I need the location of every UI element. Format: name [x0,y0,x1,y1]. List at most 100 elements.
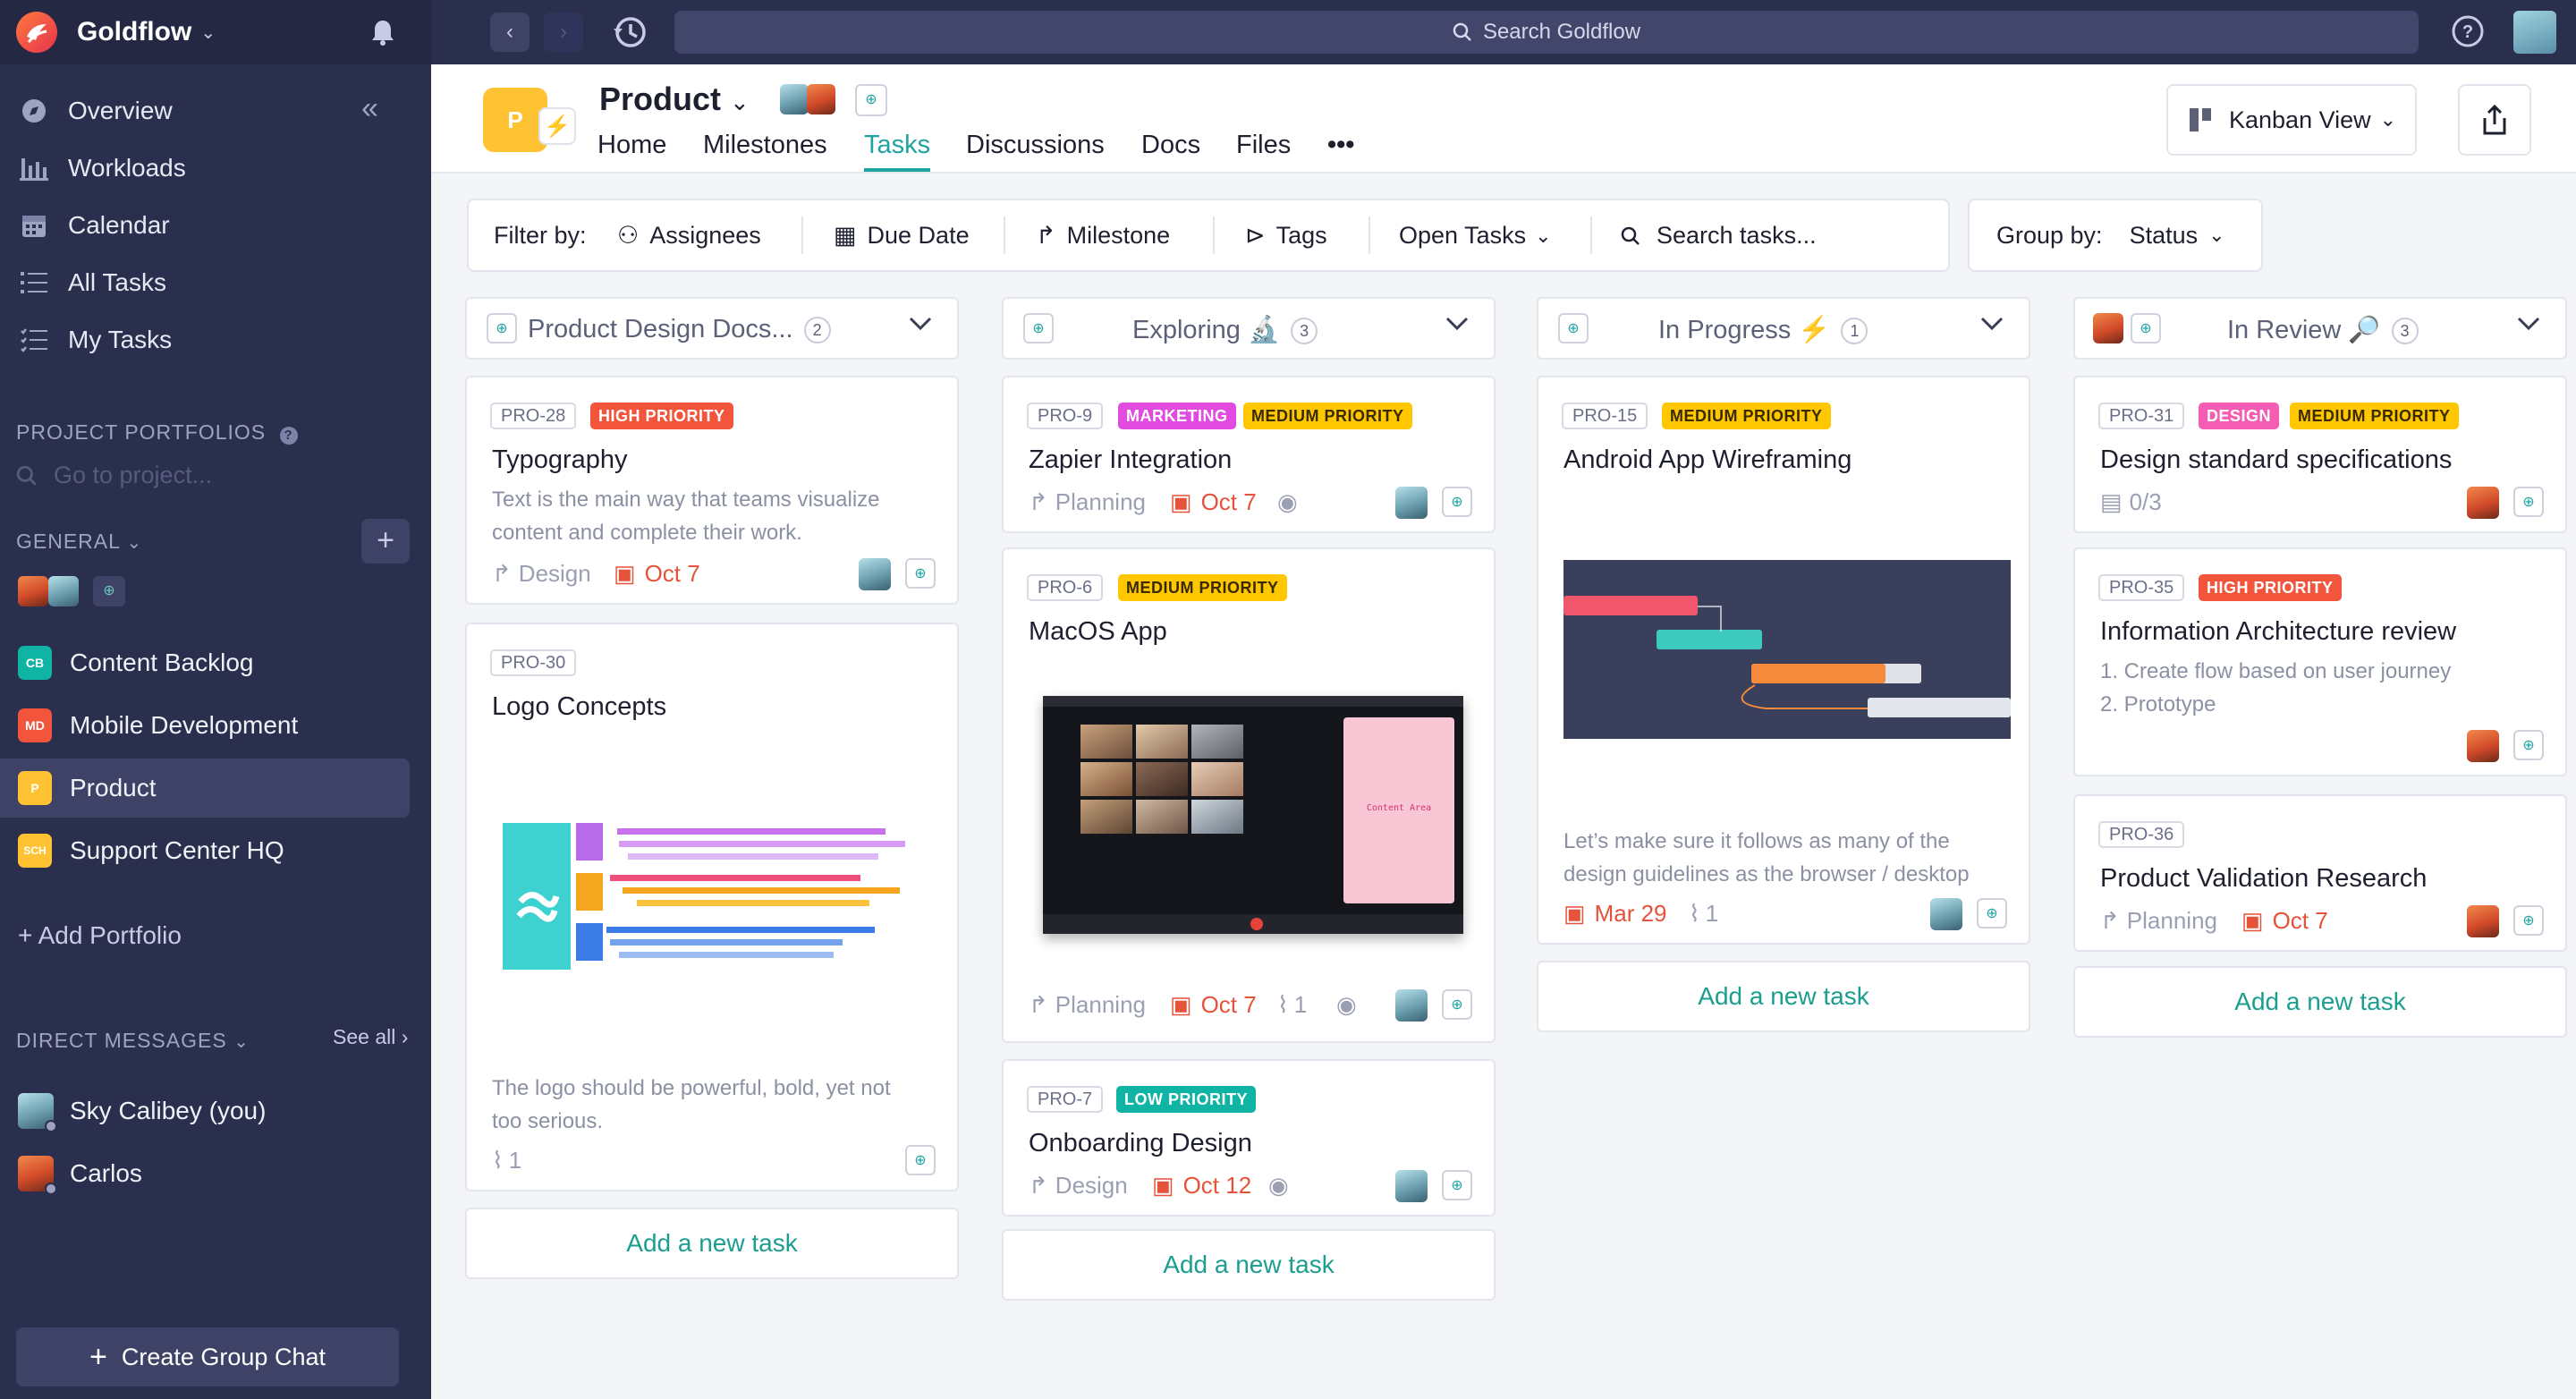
add-assignee-icon[interactable]: ⊕ [1977,898,2007,928]
column-header[interactable]: ⊕ Exploring 🔬 3 [1002,297,1496,360]
add-assignee-icon[interactable]: ⊕ [905,1145,936,1175]
lightning-icon[interactable]: ⚡ [538,107,576,145]
add-member-icon[interactable]: ⊕ [855,84,887,116]
help-icon[interactable]: ? [2451,14,2485,53]
sidebar-item-my-tasks[interactable]: My Tasks [18,324,172,356]
column-header[interactable]: ⊕ Product Design Docs... 2 [465,297,959,360]
collapse-sidebar-icon[interactable]: « [361,91,378,126]
add-assignee-icon[interactable]: ⊕ [2513,905,2544,936]
add-group-button[interactable]: + [361,519,410,564]
task-card[interactable]: PRO-36 Product Validation Research ↱ Plan… [2073,794,2567,952]
portfolio-product[interactable]: P Product [0,759,410,818]
tab-tasks[interactable]: Tasks [864,131,930,160]
direct-messages-header[interactable]: DIRECT MESSAGES ⌄ [16,1029,250,1053]
global-search-input[interactable]: Search Goldflow [674,11,2419,54]
sidebar-item-all-tasks[interactable]: All Tasks [18,267,166,299]
add-assignee-icon[interactable]: ⊕ [905,558,936,589]
group-by-selector[interactable]: Group by: Status ⌄ [1968,199,2263,272]
see-all-link[interactable]: See all › [333,1025,408,1049]
add-assignee-icon[interactable]: ⊕ [1442,1170,1472,1200]
add-assignee-icon[interactable]: ⊕ [2131,313,2161,343]
column-header[interactable]: ⊕ In Review 🔎 3 [2073,297,2567,360]
dm-sky-calibey[interactable]: Sky Calibey (you) [18,1093,266,1132]
tab-files[interactable]: Files [1236,131,1291,160]
dm-carlos[interactable]: Carlos [18,1156,142,1195]
portfolio-label: Content Backlog [70,649,254,676]
view-selector[interactable]: Kanban View ⌄ [2166,84,2417,156]
sidebar-item-workloads[interactable]: Workloads [18,152,186,184]
chevron-down-icon[interactable] [1445,317,1469,335]
general-group-toggle[interactable]: GENERAL ⌄ [16,530,142,554]
portfolio-mobile-development[interactable]: MD Mobile Development [0,696,410,755]
project-search-input[interactable]: Go to project... [16,462,212,489]
milestone-arrow-icon: ↱ [492,560,512,587]
milestone: ↱ Planning [1029,488,1146,515]
search-tasks-input[interactable]: Search tasks... [1621,222,1817,250]
dm-label: Carlos [70,1159,142,1187]
portfolio-content-backlog[interactable]: CB Content Backlog [0,633,410,692]
filter-assignees[interactable]: ⚇ Assignees [617,222,761,250]
task-card[interactable]: PRO-28 HIGH PRIORITY Typography Text is … [465,376,959,605]
category-tag: DESIGN [2199,403,2280,429]
history-icon[interactable] [610,13,649,56]
chevron-down-icon[interactable] [909,317,932,335]
share-button[interactable] [2458,84,2531,156]
add-assignee-icon[interactable]: ⊕ [1558,313,1589,343]
calendar-icon: ▣ [1152,1172,1174,1199]
task-card[interactable]: PRO-15 MEDIUM PRIORITY Android App Wiref… [1537,376,2030,945]
add-member-icon[interactable]: ⊕ [93,576,125,606]
assignees-icon: ⚇ [617,222,640,249]
create-group-chat-button[interactable]: + Create Group Chat [16,1327,399,1386]
divider [1004,216,1005,254]
task-card[interactable]: PRO-7 LOW PRIORITY Onboarding Design ↱ De… [1002,1059,1496,1217]
user-avatar[interactable] [2513,11,2556,54]
task-card[interactable]: PRO-30 Logo Concepts The logo should be … [465,623,959,1191]
info-icon[interactable]: ? [279,427,298,445]
more-tabs-icon[interactable]: ••• [1327,131,1354,160]
member-avatar [48,576,79,606]
assignee-avatar [2467,730,2499,762]
chevron-down-icon[interactable] [1980,317,2004,335]
paperclip-icon: ⌇ [492,1147,504,1174]
task-card[interactable]: PRO-35 HIGH PRIORITY Information Archite… [2073,547,2567,776]
add-assignee-icon[interactable]: ⊕ [1442,487,1472,517]
back-arrow-icon[interactable]: ‹ [490,13,530,52]
sidebar-item-overview[interactable]: Overview [18,95,173,127]
task-id: PRO-30 [490,649,577,676]
column-header[interactable]: ⊕ In Progress ⚡ 1 [1537,297,2030,360]
calendar-icon: ▣ [1563,900,1586,927]
task-card[interactable]: PRO-6 MEDIUM PRIORITY MacOS App Content … [1002,547,1496,1043]
tab-docs[interactable]: Docs [1141,131,1200,160]
add-task-button[interactable]: Add a new task [465,1208,959,1279]
add-task-button[interactable]: Add a new task [2073,966,2567,1038]
filter-tags[interactable]: ⊳ Tags [1245,222,1327,250]
filter-open-tasks[interactable]: Open Tasks ⌄ [1399,222,1552,250]
tab-home[interactable]: Home [597,131,666,160]
add-assignee-icon[interactable]: ⊕ [1442,989,1472,1020]
all-tasks-icon [18,267,50,299]
task-card[interactable]: PRO-31 DESIGN MEDIUM PRIORITY Design sta… [2073,376,2567,533]
portfolio-support-center-hq[interactable]: SCH Support Center HQ [0,821,410,880]
divider [1368,216,1370,254]
add-portfolio-link[interactable]: + Add Portfolio [18,921,182,950]
add-assignee-icon[interactable]: ⊕ [2513,730,2544,760]
project-title[interactable]: Product ⌄ [599,81,750,118]
sidebar-item-calendar[interactable]: Calendar [18,209,170,242]
add-task-button[interactable]: Add a new task [1002,1229,1496,1301]
add-assignee-icon[interactable]: ⊕ [487,313,517,343]
add-assignee-icon[interactable]: ⊕ [1023,313,1054,343]
filter-milestone[interactable]: ↱ Milestone [1036,222,1170,250]
forward-arrow-icon[interactable]: › [544,13,583,52]
tab-milestones[interactable]: Milestones [703,131,827,160]
avatar [18,1156,57,1195]
task-card[interactable]: PRO-9 MARKETING MEDIUM PRIORITY Zapier I… [1002,376,1496,533]
task-description: Let’s make sure it follows as many of th… [1563,829,1950,853]
milestone-arrow-icon: ↱ [2100,907,2120,934]
tab-discussions[interactable]: Discussions [966,131,1105,160]
filter-due-date[interactable]: ▦ Due Date [834,222,970,250]
chevron-down-icon[interactable] [2517,317,2540,335]
notifications-bell-icon[interactable] [365,14,401,50]
add-assignee-icon[interactable]: ⊕ [2513,487,2544,517]
add-task-button[interactable]: Add a new task [1537,961,2030,1032]
task-id: PRO-28 [490,403,577,429]
